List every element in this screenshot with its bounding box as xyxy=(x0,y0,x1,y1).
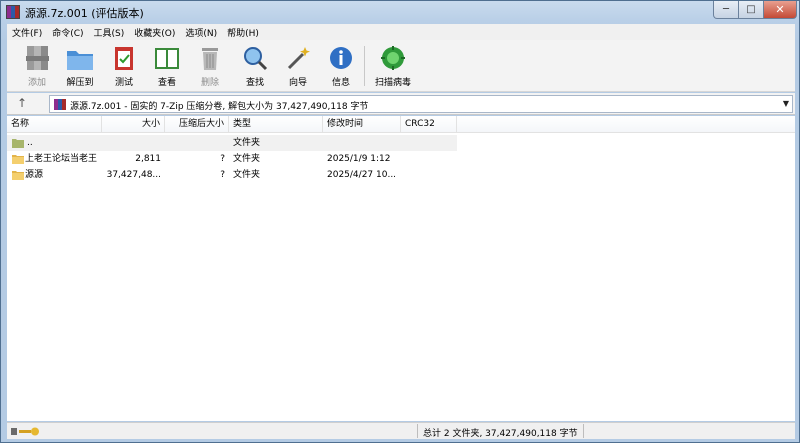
key-lock-icon xyxy=(11,427,39,436)
find-label: 查找 xyxy=(245,78,264,88)
status-summary: 总计 2 文件夹, 37,427,490,118 字节 xyxy=(423,429,578,439)
wizard-button[interactable]: 向导 xyxy=(278,44,318,90)
toolbar-separator xyxy=(364,46,365,86)
menu-options[interactable]: 选项(N) xyxy=(180,26,222,39)
row-packed-size: ? xyxy=(220,170,225,180)
test-label: 测试 xyxy=(114,78,133,88)
column-name[interactable]: 名称 xyxy=(7,116,102,133)
menu-file[interactable]: 文件(F) xyxy=(7,26,47,39)
scan-virus-button[interactable]: 扫描病毒 xyxy=(373,44,413,90)
column-crc32[interactable]: CRC32 xyxy=(401,116,457,133)
row-size: 2,811 xyxy=(135,154,161,164)
extract-button[interactable]: 解压到 xyxy=(60,44,100,90)
row-type: 文件夹 xyxy=(233,170,261,180)
column-modified[interactable]: 修改时间 xyxy=(323,116,401,133)
list-item[interactable]: 上老王论坛当老王 2,811 ? 文件夹 2025/1/9 1:12 xyxy=(7,151,795,167)
address-field[interactable]: 源源.7z.001 - 固实的 7-Zip 压缩分卷, 解包大小为 37,427… xyxy=(49,95,793,113)
address-path: 源源.7z.001 - 固实的 7-Zip 压缩分卷, 解包大小为 37,427… xyxy=(70,102,369,112)
row-name: 源源 xyxy=(25,170,44,180)
maximize-button[interactable]: □ xyxy=(738,1,764,19)
column-packed-size[interactable]: 压缩后大小 xyxy=(165,116,229,133)
folder-extract-icon xyxy=(67,51,93,70)
info-label: 信息 xyxy=(331,78,350,88)
magnifier-icon xyxy=(244,47,268,71)
test-button[interactable]: 测试 xyxy=(104,44,144,90)
add-label: 添加 xyxy=(27,78,46,88)
main-window: 源源.7z.001 (评估版本) ─ □ ✕ 文件(F) 命令(C) 工具(S)… xyxy=(0,0,800,443)
add-button[interactable]: 添加 xyxy=(17,44,57,90)
window-title: 源源.7z.001 (评估版本) xyxy=(25,7,144,20)
status-bar: 总计 2 文件夹, 37,427,490,118 字节 xyxy=(7,422,795,439)
address-bar: ↑ 源源.7z.001 - 固实的 7-Zip 压缩分卷, 解包大小为 37,4… xyxy=(7,93,795,115)
list-item[interactable]: .. 文件夹 xyxy=(7,135,795,151)
magic-wand-icon xyxy=(287,47,310,70)
trash-icon xyxy=(202,48,218,70)
address-dropdown-icon[interactable]: ▼ xyxy=(783,99,789,108)
row-modified: 2025/4/27 10... xyxy=(327,170,397,180)
list-item[interactable]: 源源 37,427,48... ? 文件夹 2025/4/27 10... xyxy=(7,167,795,183)
row-type: 文件夹 xyxy=(233,138,261,148)
menu-commands[interactable]: 命令(C) xyxy=(47,26,88,39)
delete-button[interactable]: 删除 xyxy=(190,44,230,90)
minimize-button[interactable]: ─ xyxy=(713,1,739,19)
row-name: 上老王论坛当老王 xyxy=(25,154,98,164)
info-icon xyxy=(330,47,352,69)
wizard-label: 向导 xyxy=(288,78,307,88)
winrar-app-icon xyxy=(6,5,20,19)
file-list[interactable]: 名称 大小 压缩后大小 类型 修改时间 CRC32 .. 文件夹 上老王论坛当老… xyxy=(7,116,795,421)
column-header-row: 名称 大小 压缩后大小 类型 修改时间 CRC32 xyxy=(7,116,795,133)
row-packed-size: ? xyxy=(220,154,225,164)
clipboard-check-icon xyxy=(115,47,133,70)
find-button[interactable]: 查找 xyxy=(235,44,275,90)
row-size: 37,427,48... xyxy=(106,170,161,180)
archive-icon xyxy=(54,99,66,110)
row-modified: 2025/1/9 1:12 xyxy=(327,154,391,164)
menu-tools[interactable]: 工具(S) xyxy=(89,26,130,39)
virus-scan-icon xyxy=(381,46,405,70)
view-label: 查看 xyxy=(157,78,176,88)
row-type: 文件夹 xyxy=(233,154,261,164)
book-view-icon xyxy=(155,48,179,69)
up-folder-button[interactable]: ↑ xyxy=(17,96,27,110)
view-button[interactable]: 查看 xyxy=(147,44,187,90)
extract-label: 解压到 xyxy=(66,78,94,88)
toolbar: 添加 解压到 测试 查看 删除 查找 向导 信息 扫描病毒 xyxy=(7,40,795,92)
menu-help[interactable]: 帮助(H) xyxy=(222,26,264,39)
menu-favorites[interactable]: 收藏夹(O) xyxy=(129,26,180,39)
column-size[interactable]: 大小 xyxy=(102,116,165,133)
title-bar: 源源.7z.001 (评估版本) ─ □ ✕ xyxy=(1,1,799,23)
delete-label: 删除 xyxy=(200,78,219,88)
scan-virus-label: 扫描病毒 xyxy=(374,78,411,88)
close-button[interactable]: ✕ xyxy=(763,1,797,19)
info-button[interactable]: 信息 xyxy=(321,44,361,90)
menu-bar: 文件(F) 命令(C) 工具(S) 收藏夹(O) 选项(N) 帮助(H) xyxy=(7,24,795,40)
row-name: .. xyxy=(27,138,33,148)
column-type[interactable]: 类型 xyxy=(229,116,323,133)
archive-add-icon xyxy=(26,46,49,70)
